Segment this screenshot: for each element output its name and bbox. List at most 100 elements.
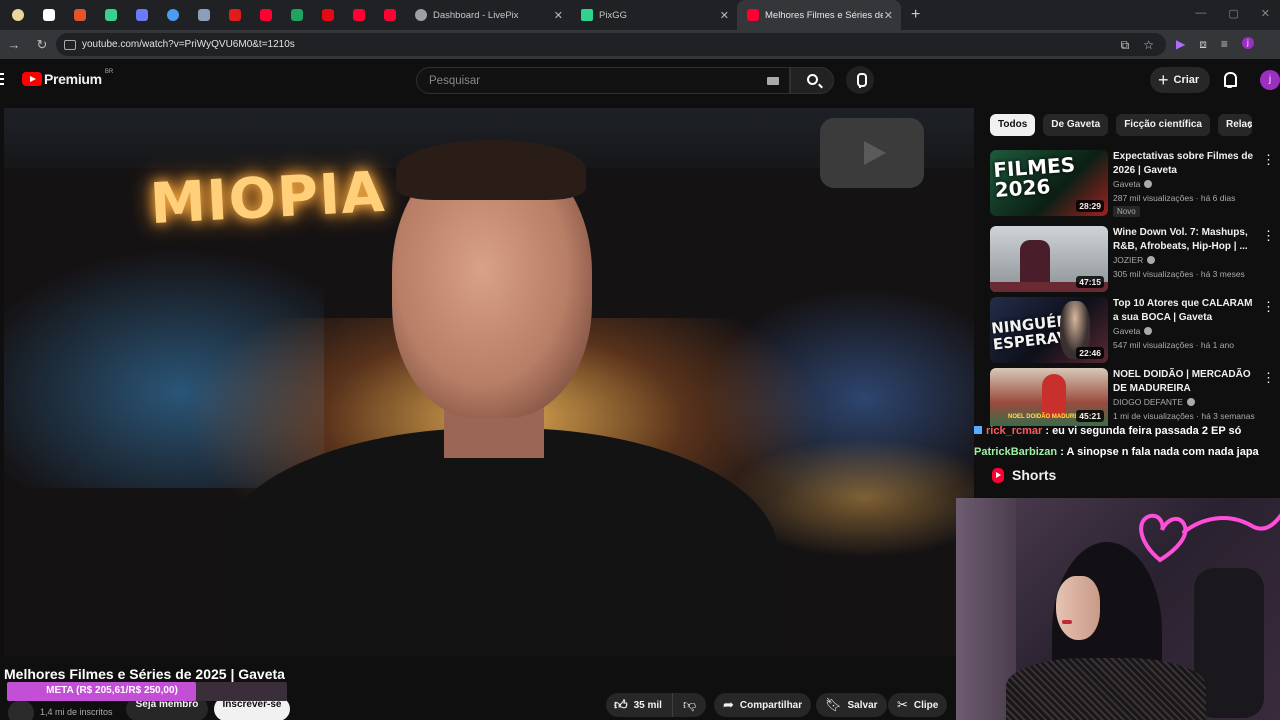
close-icon[interactable]: ✕ <box>884 9 893 22</box>
pinned-tab[interactable] <box>374 0 405 30</box>
tab-pixgg[interactable]: PixGG ✕ <box>571 0 737 30</box>
tab-label: PixGG <box>599 9 627 21</box>
streamer-webcam <box>956 498 1280 720</box>
chat-text: A sinopse n fala nada com nada japa <box>1066 446 1259 458</box>
create-label: Criar <box>1173 74 1200 86</box>
channel-name-text: JOZIER <box>1113 255 1144 265</box>
download-app-icon <box>104 9 117 21</box>
notifications-bell-icon[interactable] <box>1222 71 1238 89</box>
new-badge: Novo <box>1113 206 1140 217</box>
neon-heart-sign <box>1139 513 1280 563</box>
extensions-bar: ▶ ⧈ ≡ j <box>1176 37 1254 52</box>
more-options-icon[interactable]: ⋮ <box>1262 228 1275 244</box>
youtube-header: Premium BR Pesquisar + Criar j <box>0 59 1280 101</box>
netflix-app-icon <box>321 9 334 21</box>
recommended-video[interactable]: NINGUÉM ESPERAVA 22:46 Top 10 Atores que… <box>990 297 1280 365</box>
plus-icon: + <box>1158 70 1169 90</box>
omnibox-actions: ⧉ ☆ <box>1121 38 1154 53</box>
chevron-right-icon[interactable]: › <box>1248 116 1253 132</box>
chat-message: PatrickBarbizan : A sinopse n fala nada … <box>974 446 1259 458</box>
verified-icon <box>1144 180 1153 188</box>
pinned-tab[interactable] <box>95 0 126 30</box>
channel-name: JOZIER <box>1113 255 1156 265</box>
maximize-button[interactable]: ▢ <box>1228 7 1238 20</box>
recommended-video[interactable]: NOEL DOIDÃO MADUREIRA 45:21 NOEL DOIDÃO … <box>990 368 1280 426</box>
minimize-button[interactable]: — <box>1195 7 1206 20</box>
like-count: 35 mil <box>633 699 662 711</box>
pinned-tab[interactable] <box>33 0 64 30</box>
pinned-tab[interactable] <box>188 0 219 30</box>
dislike-button[interactable]: 👎︎ <box>673 693 706 717</box>
pinned-tab[interactable] <box>2 0 33 30</box>
more-options-icon[interactable]: ⋮ <box>1262 299 1275 315</box>
pinned-tab[interactable] <box>343 0 374 30</box>
pinned-tab[interactable] <box>157 0 188 30</box>
video-duration: 47:15 <box>1076 276 1104 288</box>
tab-livepix-dashboard[interactable]: Dashboard - LivePix ✕ <box>405 0 571 30</box>
close-icon[interactable]: ✕ <box>720 9 729 22</box>
profile-icon[interactable]: j <box>1241 37 1254 49</box>
site-info-icon[interactable] <box>64 39 76 50</box>
video-thumbnail[interactable]: 47:15 <box>990 226 1108 292</box>
video-player[interactable]: MIOPIA <box>4 108 974 656</box>
cloud-app-icon <box>11 9 24 21</box>
video-thumbnail[interactable]: NOEL DOIDÃO MADUREIRA 45:21 <box>990 368 1108 426</box>
more-options-icon[interactable]: ⋮ <box>1262 370 1275 386</box>
reload-icon[interactable]: ↻ <box>28 37 56 53</box>
share-button[interactable]: ➦ Compartilhar <box>714 693 812 717</box>
youtube-logo[interactable]: Premium BR <box>22 69 114 87</box>
youtube-app-icon <box>383 9 396 21</box>
channel-avatar[interactable] <box>8 700 34 720</box>
chat-username: PatrickBarbizan <box>974 446 1058 458</box>
install-app-icon[interactable]: ⧉ <box>1121 38 1130 53</box>
bookmark-star-icon[interactable]: ☆ <box>1143 38 1154 53</box>
thumbnail-text: NINGUÉM ESPERAVA <box>990 311 1081 354</box>
clip-button[interactable]: ✂ Clipe <box>888 693 948 717</box>
pinned-tab[interactable] <box>250 0 281 30</box>
tab-label: Melhores Filmes e Séries de 202 <box>765 9 883 21</box>
save-button[interactable]: 🔖︎ Salvar <box>816 693 887 717</box>
video-thumbnail[interactable]: FILMES 2026 28:29 <box>990 150 1108 216</box>
url-field[interactable]: youtube.com/watch?v=PriWyQVU6M0&t=1210s … <box>56 33 1166 56</box>
chip-ficcao-cientifica[interactable]: Ficção científica <box>1116 114 1210 136</box>
tab-youtube-video[interactable]: Melhores Filmes e Séries de 202 ✕ <box>737 0 901 30</box>
search-button[interactable] <box>790 67 834 94</box>
close-window-button[interactable]: ✕ <box>1261 7 1270 20</box>
keyboard-icon[interactable] <box>767 77 779 85</box>
recommended-video[interactable]: FILMES 2026 28:29 Expectativas sobre Fil… <box>990 150 1280 218</box>
pinned-tab[interactable] <box>64 0 95 30</box>
account-avatar[interactable]: j <box>1260 70 1280 90</box>
share-icon: ➦ <box>723 697 734 712</box>
filter-chips: Todos De Gaveta Ficção científica Relac <box>990 114 1252 136</box>
pinned-tab[interactable] <box>312 0 343 30</box>
shorts-label: Shorts <box>1012 467 1057 483</box>
chip-todos[interactable]: Todos <box>990 114 1036 136</box>
chat-text: eu vi segunda feira passada 2 EP só <box>1052 425 1242 437</box>
video-title: Wine Down Vol. 7: Mashups, R&B, Afrobeat… <box>1113 227 1248 252</box>
reading-list-icon[interactable]: ≡ <box>1221 37 1228 52</box>
create-button[interactable]: + Criar <box>1150 67 1210 93</box>
menu-icon[interactable] <box>0 73 4 85</box>
fox-app-icon <box>73 9 86 21</box>
puzzle-icon[interactable]: ⧈ <box>1199 37 1207 52</box>
pinned-tab[interactable] <box>281 0 312 30</box>
country-code: BR <box>104 69 114 75</box>
new-tab-button[interactable]: + <box>911 6 920 24</box>
thumbs-down-icon: 👎︎ <box>682 697 697 712</box>
youtube-app-icon <box>259 9 272 21</box>
pinned-tab[interactable] <box>219 0 250 30</box>
recommended-video[interactable]: 47:15 Wine Down Vol. 7: Mashups, R&B, Af… <box>990 226 1280 294</box>
forward-icon[interactable]: → <box>0 37 28 52</box>
flag-app-icon <box>228 9 241 21</box>
like-button[interactable]: 👍︎ 35 mil <box>606 693 673 717</box>
channel-name-text: Gaveta <box>1113 326 1141 336</box>
voice-search-button[interactable] <box>846 66 874 94</box>
extension-icon[interactable]: ▶ <box>1176 37 1185 52</box>
chip-de-gaveta[interactable]: De Gaveta <box>1043 114 1109 136</box>
pinned-tab[interactable] <box>126 0 157 30</box>
video-thumbnail[interactable]: NINGUÉM ESPERAVA 22:46 <box>990 297 1108 363</box>
search-input[interactable]: Pesquisar <box>416 67 790 94</box>
more-options-icon[interactable]: ⋮ <box>1262 152 1275 168</box>
chip-relacionados[interactable]: Relac <box>1218 114 1252 136</box>
close-icon[interactable]: ✕ <box>554 9 563 22</box>
